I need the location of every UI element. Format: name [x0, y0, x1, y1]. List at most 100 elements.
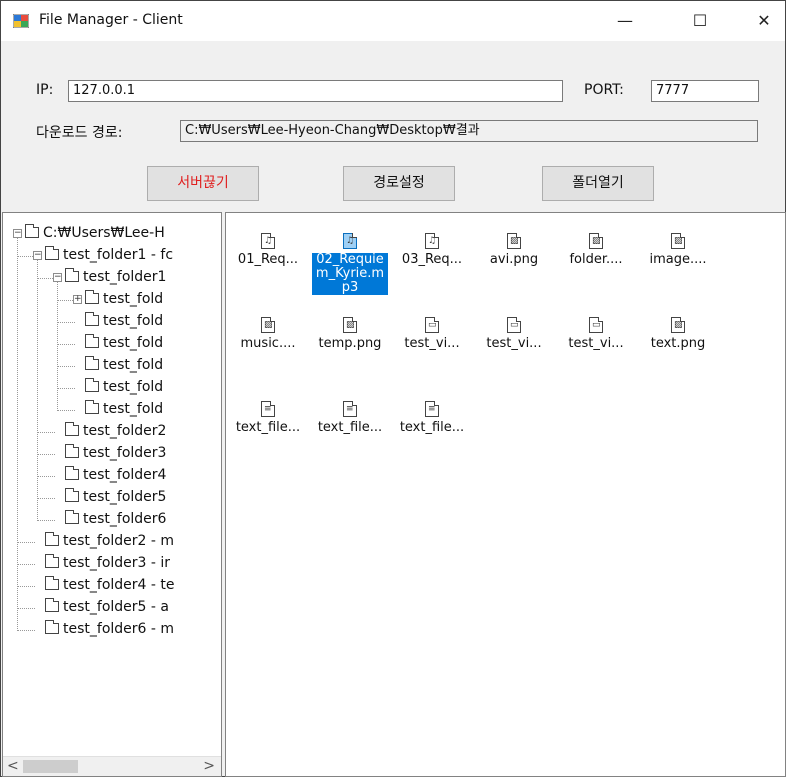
file-list-view[interactable]: ♫ 01_Req... ♫ 02_Requiem_Kyrie.mp3 ♫ 03_Req..… [225, 212, 786, 777]
scroll-left-icon[interactable]: < [7, 758, 19, 774]
close-button[interactable]: ✕ [741, 1, 787, 41]
file-item[interactable]: ≡ text_file... [230, 393, 306, 463]
collapse-icon[interactable]: − [33, 251, 42, 260]
collapse-icon[interactable]: − [53, 273, 62, 282]
port-label: PORT: [584, 82, 624, 98]
file-item[interactable]: ▭ test_vi... [394, 309, 470, 379]
tree-horizontal-scrollbar[interactable]: < > [3, 756, 221, 776]
folder-icon [65, 466, 79, 480]
collapse-icon[interactable]: − [13, 229, 22, 238]
ip-input[interactable]: 127.0.0.1 [68, 80, 563, 102]
tree-item[interactable]: test_fold [3, 333, 221, 355]
folder-icon [85, 334, 99, 348]
open-folder-button[interactable]: 폴더열기 [542, 166, 654, 201]
tree-item[interactable]: test_folder6 - m [3, 619, 221, 641]
file-item[interactable]: ♫ 02_Requiem_Kyrie.mp3 [312, 225, 388, 295]
file-item[interactable]: ≡ text_file... [394, 393, 470, 463]
tree-item[interactable]: test_fold [3, 377, 221, 399]
file-item[interactable]: ▨ image.... [640, 225, 716, 295]
tree-item[interactable]: test_folder5 [3, 487, 221, 509]
tree-item[interactable]: − test_folder1 [3, 267, 221, 289]
tree-item[interactable]: test_folder5 - a [3, 597, 221, 619]
tree-item-label: test_folder2 - m [63, 533, 175, 549]
tree-item-label: test_folder4 - te [63, 577, 175, 593]
tree-item[interactable]: test_folder4 [3, 465, 221, 487]
tree-item[interactable]: test_folder6 [3, 509, 221, 531]
file-glyph: ▨ [674, 236, 683, 246]
set-path-button[interactable]: 경로설정 [343, 166, 455, 201]
tree-item[interactable]: − C:₩Users₩Lee-H [3, 223, 221, 245]
file-item[interactable]: ▨ temp.png [312, 309, 388, 379]
audio-file-icon: ♫ [425, 233, 439, 249]
folder-icon [85, 400, 99, 414]
file-item[interactable]: ▨ text.png [640, 309, 716, 379]
video-file-icon: ▭ [425, 317, 439, 333]
folder-icon [45, 554, 59, 568]
tree-item-label: test_folder5 [83, 489, 167, 505]
folder-icon [65, 444, 79, 458]
folder-icon [45, 246, 59, 260]
tree-item[interactable]: test_fold [3, 355, 221, 377]
file-item[interactable]: ▭ test_vi... [476, 309, 552, 379]
file-glyph: ♫ [264, 236, 273, 246]
file-name: text_file... [399, 421, 465, 435]
folder-icon [65, 488, 79, 502]
file-item[interactable]: ≡ text_file... [312, 393, 388, 463]
file-item[interactable]: ♫ 03_Req... [394, 225, 470, 295]
file-item[interactable]: ▨ music.... [230, 309, 306, 379]
video-file-icon: ▭ [589, 317, 603, 333]
tree-item-label: test_fold [103, 401, 164, 417]
tree-item-label: test_folder5 - a [63, 599, 169, 615]
image-file-icon: ▨ [343, 317, 357, 333]
folder-icon [45, 620, 59, 634]
file-name: 02_Requiem_Kyrie.mp3 [312, 253, 388, 295]
tree-item[interactable]: test_folder3 - ir [3, 553, 221, 575]
tree-item[interactable]: + test_fold [3, 289, 221, 311]
file-name: music.... [240, 337, 296, 351]
tree-item[interactable]: − test_folder1 - fc [3, 245, 221, 267]
maximize-button[interactable]: ☐ [677, 1, 723, 41]
file-item[interactable]: ♫ 01_Req... [230, 225, 306, 295]
file-glyph: ▭ [428, 320, 437, 330]
file-name: image.... [649, 253, 707, 267]
scroll-right-icon[interactable]: > [203, 758, 215, 774]
file-glyph: ▭ [510, 320, 519, 330]
file-name: test_vi... [568, 337, 624, 351]
file-item[interactable]: ▨ folder.... [558, 225, 634, 295]
tree-item[interactable]: test_folder2 - m [3, 531, 221, 553]
window-title: File Manager - Client [39, 12, 183, 28]
video-file-icon: ▭ [507, 317, 521, 333]
app-icon [13, 14, 29, 28]
file-glyph: ≡ [264, 404, 272, 414]
file-glyph: ▨ [674, 320, 683, 330]
file-item[interactable]: ▭ test_vi... [558, 309, 634, 379]
tree-item-label: test_folder6 [83, 511, 167, 527]
tree-item[interactable]: test_folder4 - te [3, 575, 221, 597]
folder-icon [85, 290, 99, 304]
file-name: test_vi... [486, 337, 542, 351]
tree-item-label: test_fold [103, 379, 164, 395]
file-name: text.png [650, 337, 706, 351]
expand-icon[interactable]: + [73, 295, 82, 304]
tree-item[interactable]: test_fold [3, 399, 221, 421]
file-glyph: ▨ [264, 320, 273, 330]
port-input[interactable]: 7777 [651, 80, 759, 102]
image-file-icon: ▨ [671, 317, 685, 333]
tree-item-label: test_folder6 - m [63, 621, 175, 637]
image-file-icon: ▨ [507, 233, 521, 249]
tree-item-label: test_fold [103, 291, 164, 307]
file-name: temp.png [318, 337, 382, 351]
folder-icon [45, 532, 59, 546]
file-item[interactable]: ▨ avi.png [476, 225, 552, 295]
tree-item[interactable]: test_folder3 [3, 443, 221, 465]
disconnect-button[interactable]: 서버끊기 [147, 166, 259, 201]
minimize-button[interactable]: — [602, 1, 648, 41]
file-name: avi.png [489, 253, 539, 267]
scroll-thumb[interactable] [23, 760, 78, 773]
folder-icon [85, 312, 99, 326]
tree-item[interactable]: test_fold [3, 311, 221, 333]
file-glyph: ♫ [346, 236, 355, 246]
file-glyph: ▨ [510, 236, 519, 246]
folder-tree[interactable]: − C:₩Users₩Lee-H − test_folder1 - fc − test_f… [2, 212, 222, 777]
tree-item[interactable]: test_folder2 [3, 421, 221, 443]
